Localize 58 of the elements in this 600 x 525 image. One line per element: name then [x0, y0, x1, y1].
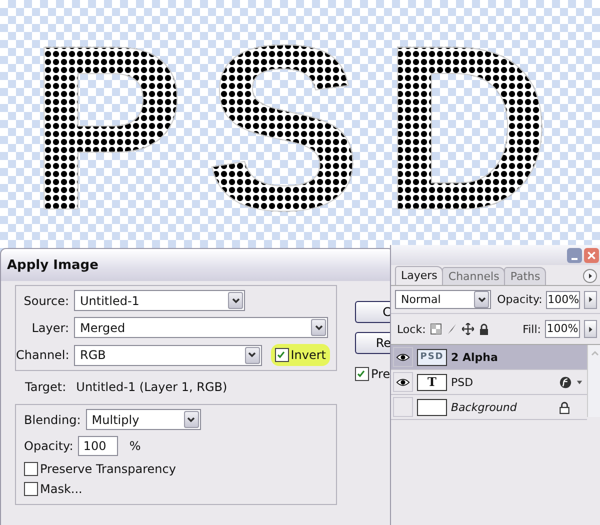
field-label: Blending:: [24, 412, 81, 426]
channel-dropdown[interactable]: RGB: [74, 344, 262, 366]
panel-tab[interactable]: Paths: [504, 267, 546, 285]
minimize-icon: [571, 258, 578, 260]
visibility-toggle[interactable]: [393, 347, 413, 367]
invert-checkbox[interactable]: Invert: [270, 344, 330, 366]
fill-input[interactable]: 100%: [545, 320, 580, 338]
triangle-icon: [586, 324, 595, 334]
dialog-title: Apply Image: [7, 258, 98, 272]
layer-name: 2 Alpha: [451, 350, 499, 364]
layer-row[interactable]: PSD 2 Alpha: [391, 345, 587, 370]
option-checkbox[interactable]: Preserve Transparency: [24, 462, 330, 476]
preview-checkbox[interactable]: Pre: [355, 367, 393, 381]
lock-transparency-icon[interactable]: [430, 323, 442, 335]
visibility-toggle[interactable]: [393, 372, 413, 392]
blend-mode-dropdown[interactable]: Normal: [395, 290, 492, 309]
fill-slider-button[interactable]: [584, 320, 597, 338]
layer-name: PSD: [451, 376, 474, 388]
opacity-input[interactable]: 100: [78, 436, 118, 456]
layer-effects-icon[interactable]: [559, 376, 572, 388]
opacity-input[interactable]: 100%: [546, 290, 580, 308]
layer-row[interactable]: T PSD: [391, 370, 587, 395]
option-checkbox[interactable]: Mask...: [24, 482, 330, 496]
layer-row[interactable]: Background: [391, 395, 587, 420]
source-dropdown[interactable]: Untitled-1: [74, 290, 245, 311]
scrollbar[interactable]: [587, 345, 600, 417]
layer-thumbnail: PSD: [417, 348, 447, 366]
eye-icon: [396, 352, 410, 362]
panel-tab[interactable]: Layers: [395, 266, 444, 285]
layer-name: Background: [451, 400, 518, 414]
fill-label: Fill:: [522, 322, 541, 336]
panel-tab[interactable]: Channels: [442, 267, 506, 285]
target-value: Untitled-1 (Layer 1, RGB): [76, 380, 228, 394]
opacity-label: Opacity:: [497, 293, 542, 306]
lock-icon[interactable]: [478, 323, 490, 335]
move-icon[interactable]: [462, 323, 474, 335]
target-label: Target:: [25, 380, 66, 394]
check-mark-icon: [276, 349, 286, 361]
layer-thumbnail: T: [417, 374, 447, 390]
field-label: Opacity:: [24, 439, 74, 453]
close-icon: [586, 250, 597, 260]
caret-icon[interactable]: [576, 378, 583, 386]
close-button[interactable]: [584, 248, 599, 262]
lock-label: Lock:: [397, 322, 426, 336]
dialog-button[interactable]: Re: [355, 332, 393, 354]
field-label: Source:: [22, 294, 69, 308]
layer-dropdown[interactable]: Merged: [74, 317, 328, 338]
panel-menu-button[interactable]: [583, 269, 597, 283]
minimize-button[interactable]: [567, 248, 582, 262]
percent-unit: %: [129, 439, 141, 453]
field-label: Layer:: [30, 320, 69, 334]
blending-dropdown[interactable]: Multiply: [86, 409, 201, 430]
field-label: Channel:: [16, 348, 69, 362]
check-mark-icon: [356, 368, 366, 380]
opacity-slider-button[interactable]: [584, 290, 597, 308]
layer-thumbnail: [417, 398, 447, 416]
eye-icon: [396, 378, 410, 386]
visibility-toggle[interactable]: [393, 397, 413, 417]
